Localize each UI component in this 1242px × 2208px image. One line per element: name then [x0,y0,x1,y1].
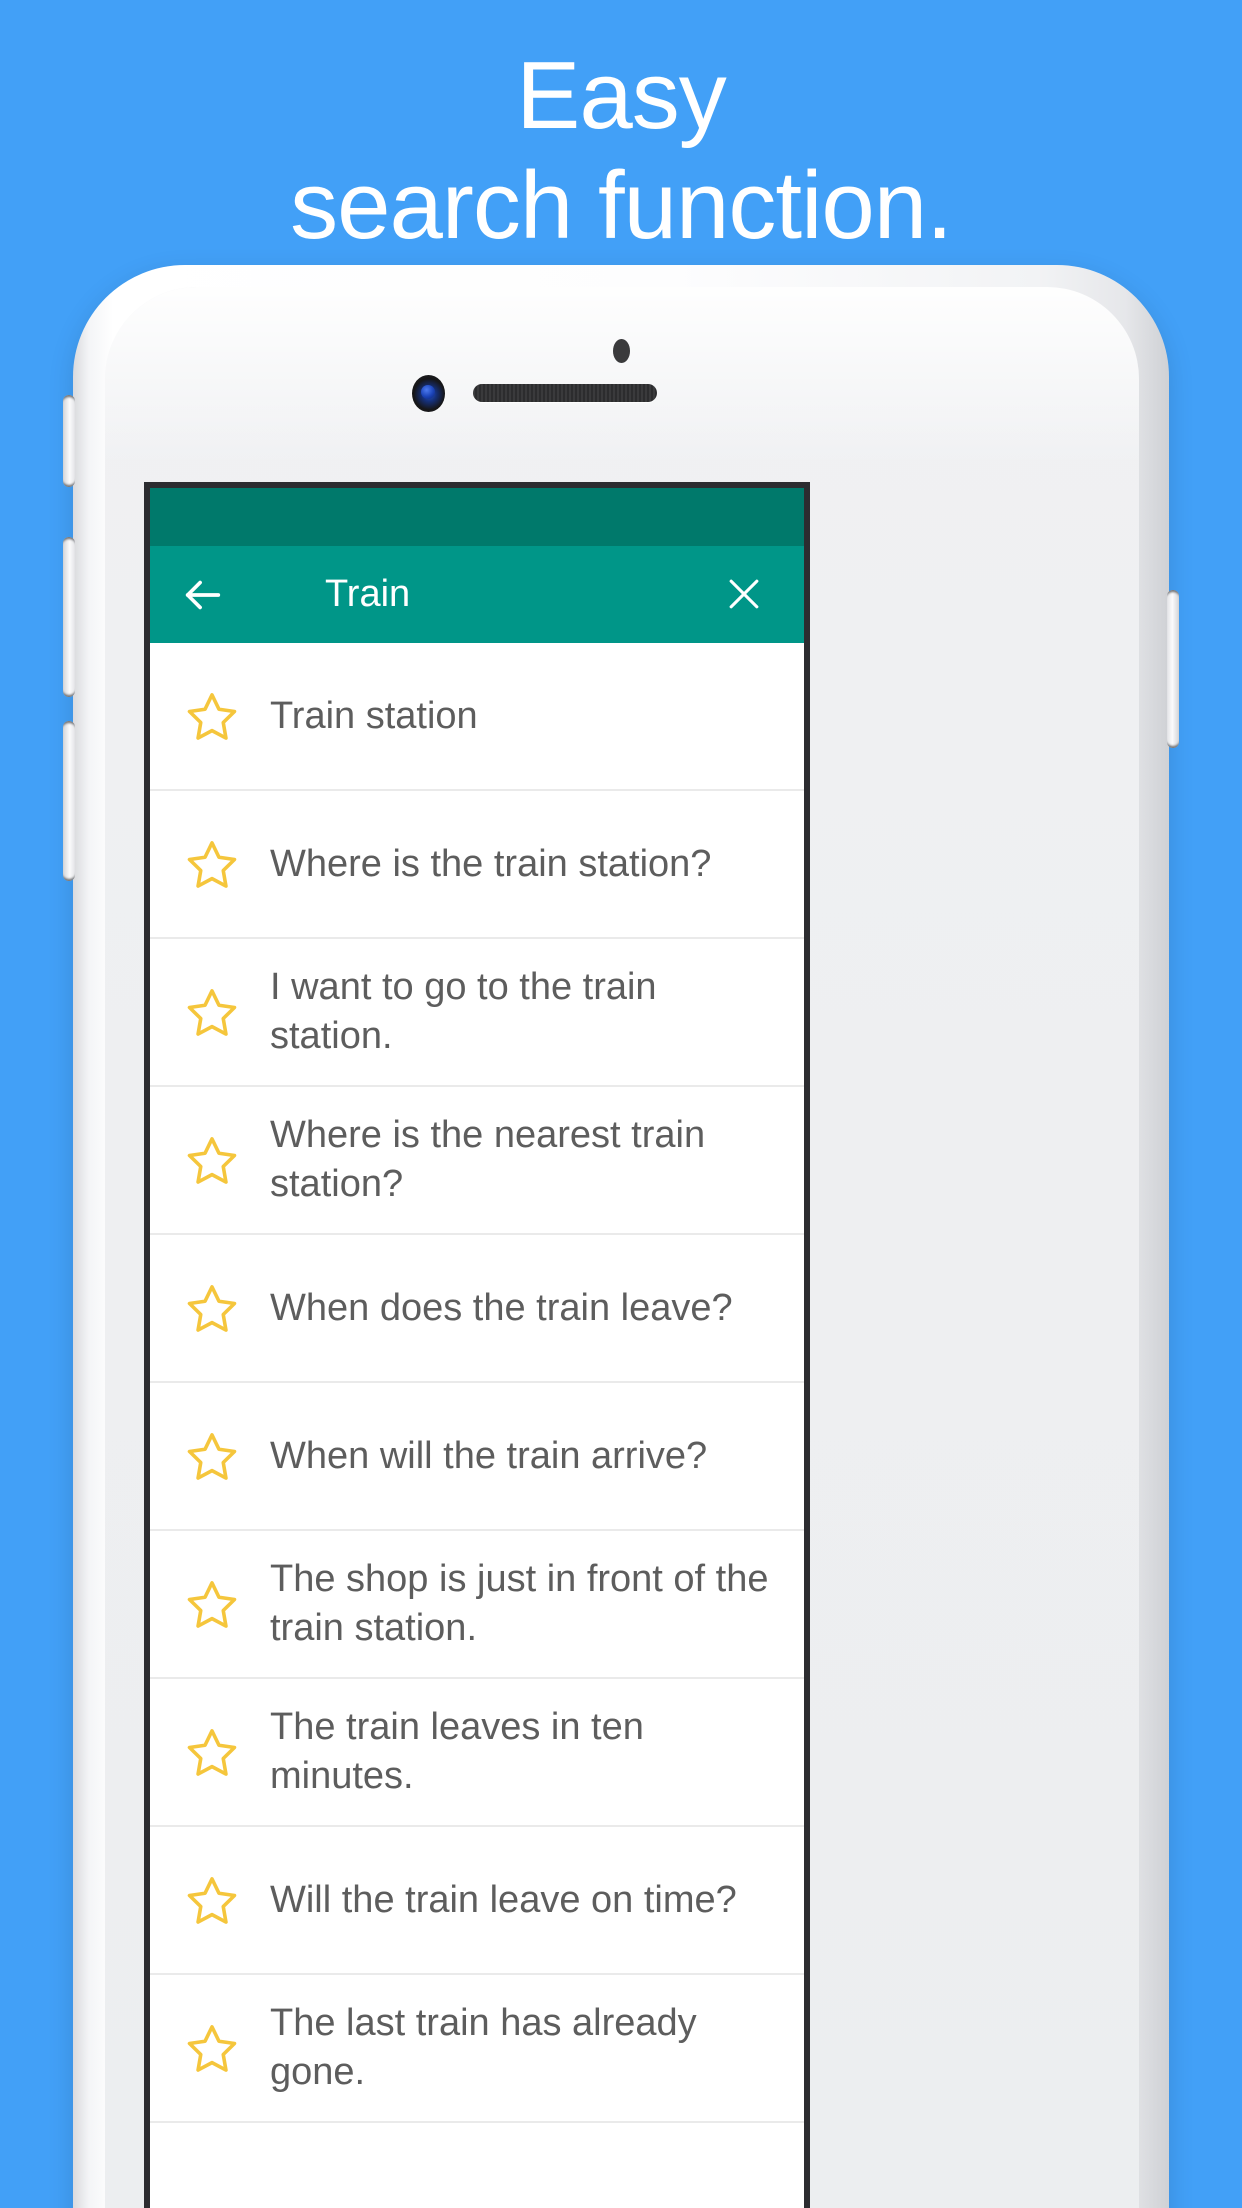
result-row-label: When does the train leave? [270,1286,733,1329]
result-row[interactable]: Where is the nearest train station? [150,1087,804,1235]
favorite-star-icon[interactable] [184,1132,240,1188]
result-row-label: Where is the nearest train station? [270,1114,706,1205]
front-camera-icon [412,375,445,412]
result-row[interactable]: The last train has already gone. [150,1975,804,2123]
phone-screen: Train Train station Where is the train st… [144,482,810,2208]
favorite-star-icon[interactable] [184,1576,240,1632]
result-row[interactable]: When does the train leave? [150,1235,804,1383]
result-row[interactable]: The train leaves in ten minutes. [150,1679,804,1827]
back-arrow-icon[interactable] [180,572,226,618]
result-row-label: Will the train leave on time? [270,1878,737,1921]
earpiece-speaker-icon [473,384,657,402]
result-row[interactable]: When will the train arrive? [150,1383,804,1531]
result-row[interactable]: Where is the train station? [150,791,804,939]
favorite-star-icon[interactable] [184,836,240,892]
mute-switch[interactable] [63,395,75,487]
volume-up-button[interactable] [63,537,75,697]
close-icon[interactable] [720,570,768,618]
favorite-star-icon[interactable] [184,2020,240,2076]
result-row[interactable]: The shop is just in front of the train s… [150,1531,804,1679]
status-bar [150,488,804,546]
favorite-star-icon[interactable] [184,688,240,744]
headline-line-1: Easy [516,42,726,149]
result-row-label: When will the train arrive? [270,1434,708,1477]
result-row-label: I want to go to the train station. [270,966,657,1057]
promo-headline: Easy search function. [0,48,1242,254]
result-row[interactable]: Will the train leave on time? [150,1827,804,1975]
app-viewport: Train Train station Where is the train st… [150,488,804,2208]
phone-front-face: Train Train station Where is the train st… [105,287,1139,2208]
favorite-star-icon[interactable] [184,1280,240,1336]
headline-line-2: search function. [290,152,953,259]
result-row-label: Train station [270,694,478,737]
result-row-label: The train leaves in ten minutes. [270,1706,644,1797]
search-results-list[interactable]: Train station Where is the train station?… [150,643,804,2123]
app-bar: Train [150,546,804,643]
volume-down-button[interactable] [63,721,75,881]
power-button[interactable] [1167,590,1179,748]
result-row[interactable]: I want to go to the train station. [150,939,804,1087]
smartphone-device: Train Train station Where is the train st… [63,265,1179,2208]
app-bar-title: Train [325,573,411,615]
proximity-sensor-icon [613,339,630,363]
result-row-label: The last train has already gone. [270,2002,697,2093]
favorite-star-icon[interactable] [184,1724,240,1780]
result-row-label: Where is the train station? [270,842,712,885]
favorite-star-icon[interactable] [184,1872,240,1928]
favorite-star-icon[interactable] [184,1428,240,1484]
result-row[interactable]: Train station [150,643,804,791]
result-row-label: The shop is just in front of the train s… [270,1558,769,1649]
favorite-star-icon[interactable] [184,984,240,1040]
